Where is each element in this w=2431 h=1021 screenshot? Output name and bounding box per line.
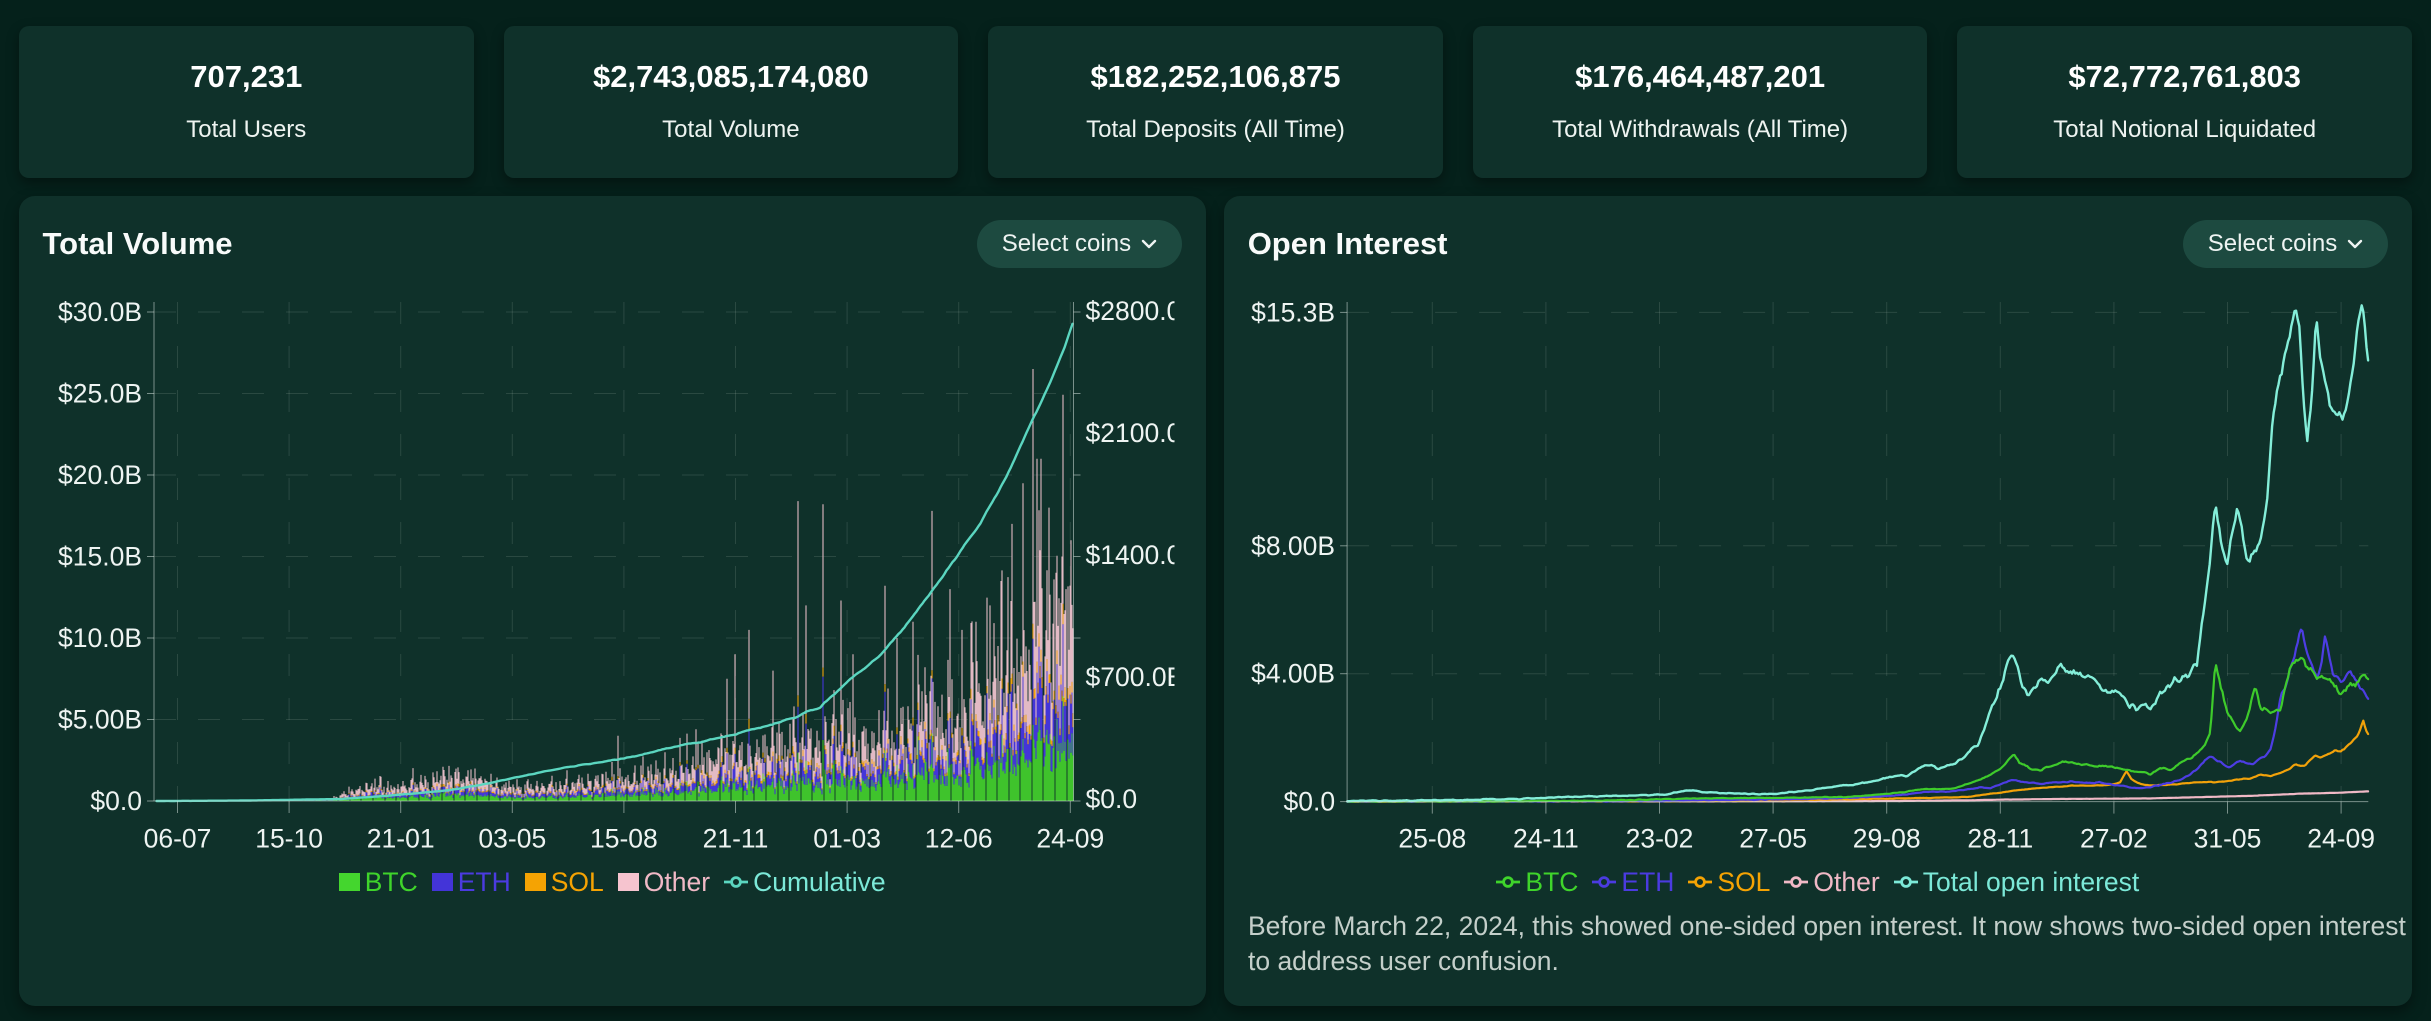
svg-text:$700.0B: $700.0B [1085,662,1184,692]
svg-text:$4.00B: $4.00B [1251,659,1335,689]
svg-text:31-05: 31-05 [2193,824,2261,854]
svg-text:03-05: 03-05 [478,824,546,854]
svg-text:21-11: 21-11 [702,824,768,854]
svg-text:24-09: 24-09 [1036,824,1104,854]
svg-text:$0.0: $0.0 [1283,787,1335,817]
svg-text:$10.0B: $10.0B [58,623,142,653]
svg-text:06-07: 06-07 [143,824,211,854]
svg-text:27-02: 27-02 [2080,824,2148,854]
svg-text:28-11: 28-11 [1967,824,2033,854]
svg-text:24-09: 24-09 [2307,824,2375,854]
svg-text:$15.0B: $15.0B [58,542,142,572]
svg-text:$2100.0B: $2100.0B [1085,418,1198,448]
svg-text:$8.00B: $8.00B [1251,531,1335,561]
svg-text:$25.0B: $25.0B [58,379,142,409]
svg-text:21-01: 21-01 [366,824,434,854]
svg-text:15-08: 15-08 [590,824,658,854]
svg-text:$30.0B: $30.0B [58,297,142,327]
svg-text:27-05: 27-05 [1739,824,1807,854]
svg-text:24-11: 24-11 [1513,824,1579,854]
svg-text:$1400.0B: $1400.0B [1085,540,1198,570]
svg-text:$0.0: $0.0 [1085,784,1137,814]
svg-text:15-10: 15-10 [255,824,323,854]
svg-text:$0.0: $0.0 [90,786,142,816]
svg-text:29-08: 29-08 [1852,824,1920,854]
svg-text:01-03: 01-03 [813,824,881,854]
svg-text:$5.00B: $5.00B [58,705,142,735]
svg-text:$20.0B: $20.0B [58,460,142,490]
svg-text:12-06: 12-06 [924,824,992,854]
svg-text:$2800.0B: $2800.0B [1085,296,1198,326]
svg-text:23-02: 23-02 [1625,824,1693,854]
svg-text:$15.3B: $15.3B [1251,297,1335,327]
svg-text:25-08: 25-08 [1398,824,1466,854]
